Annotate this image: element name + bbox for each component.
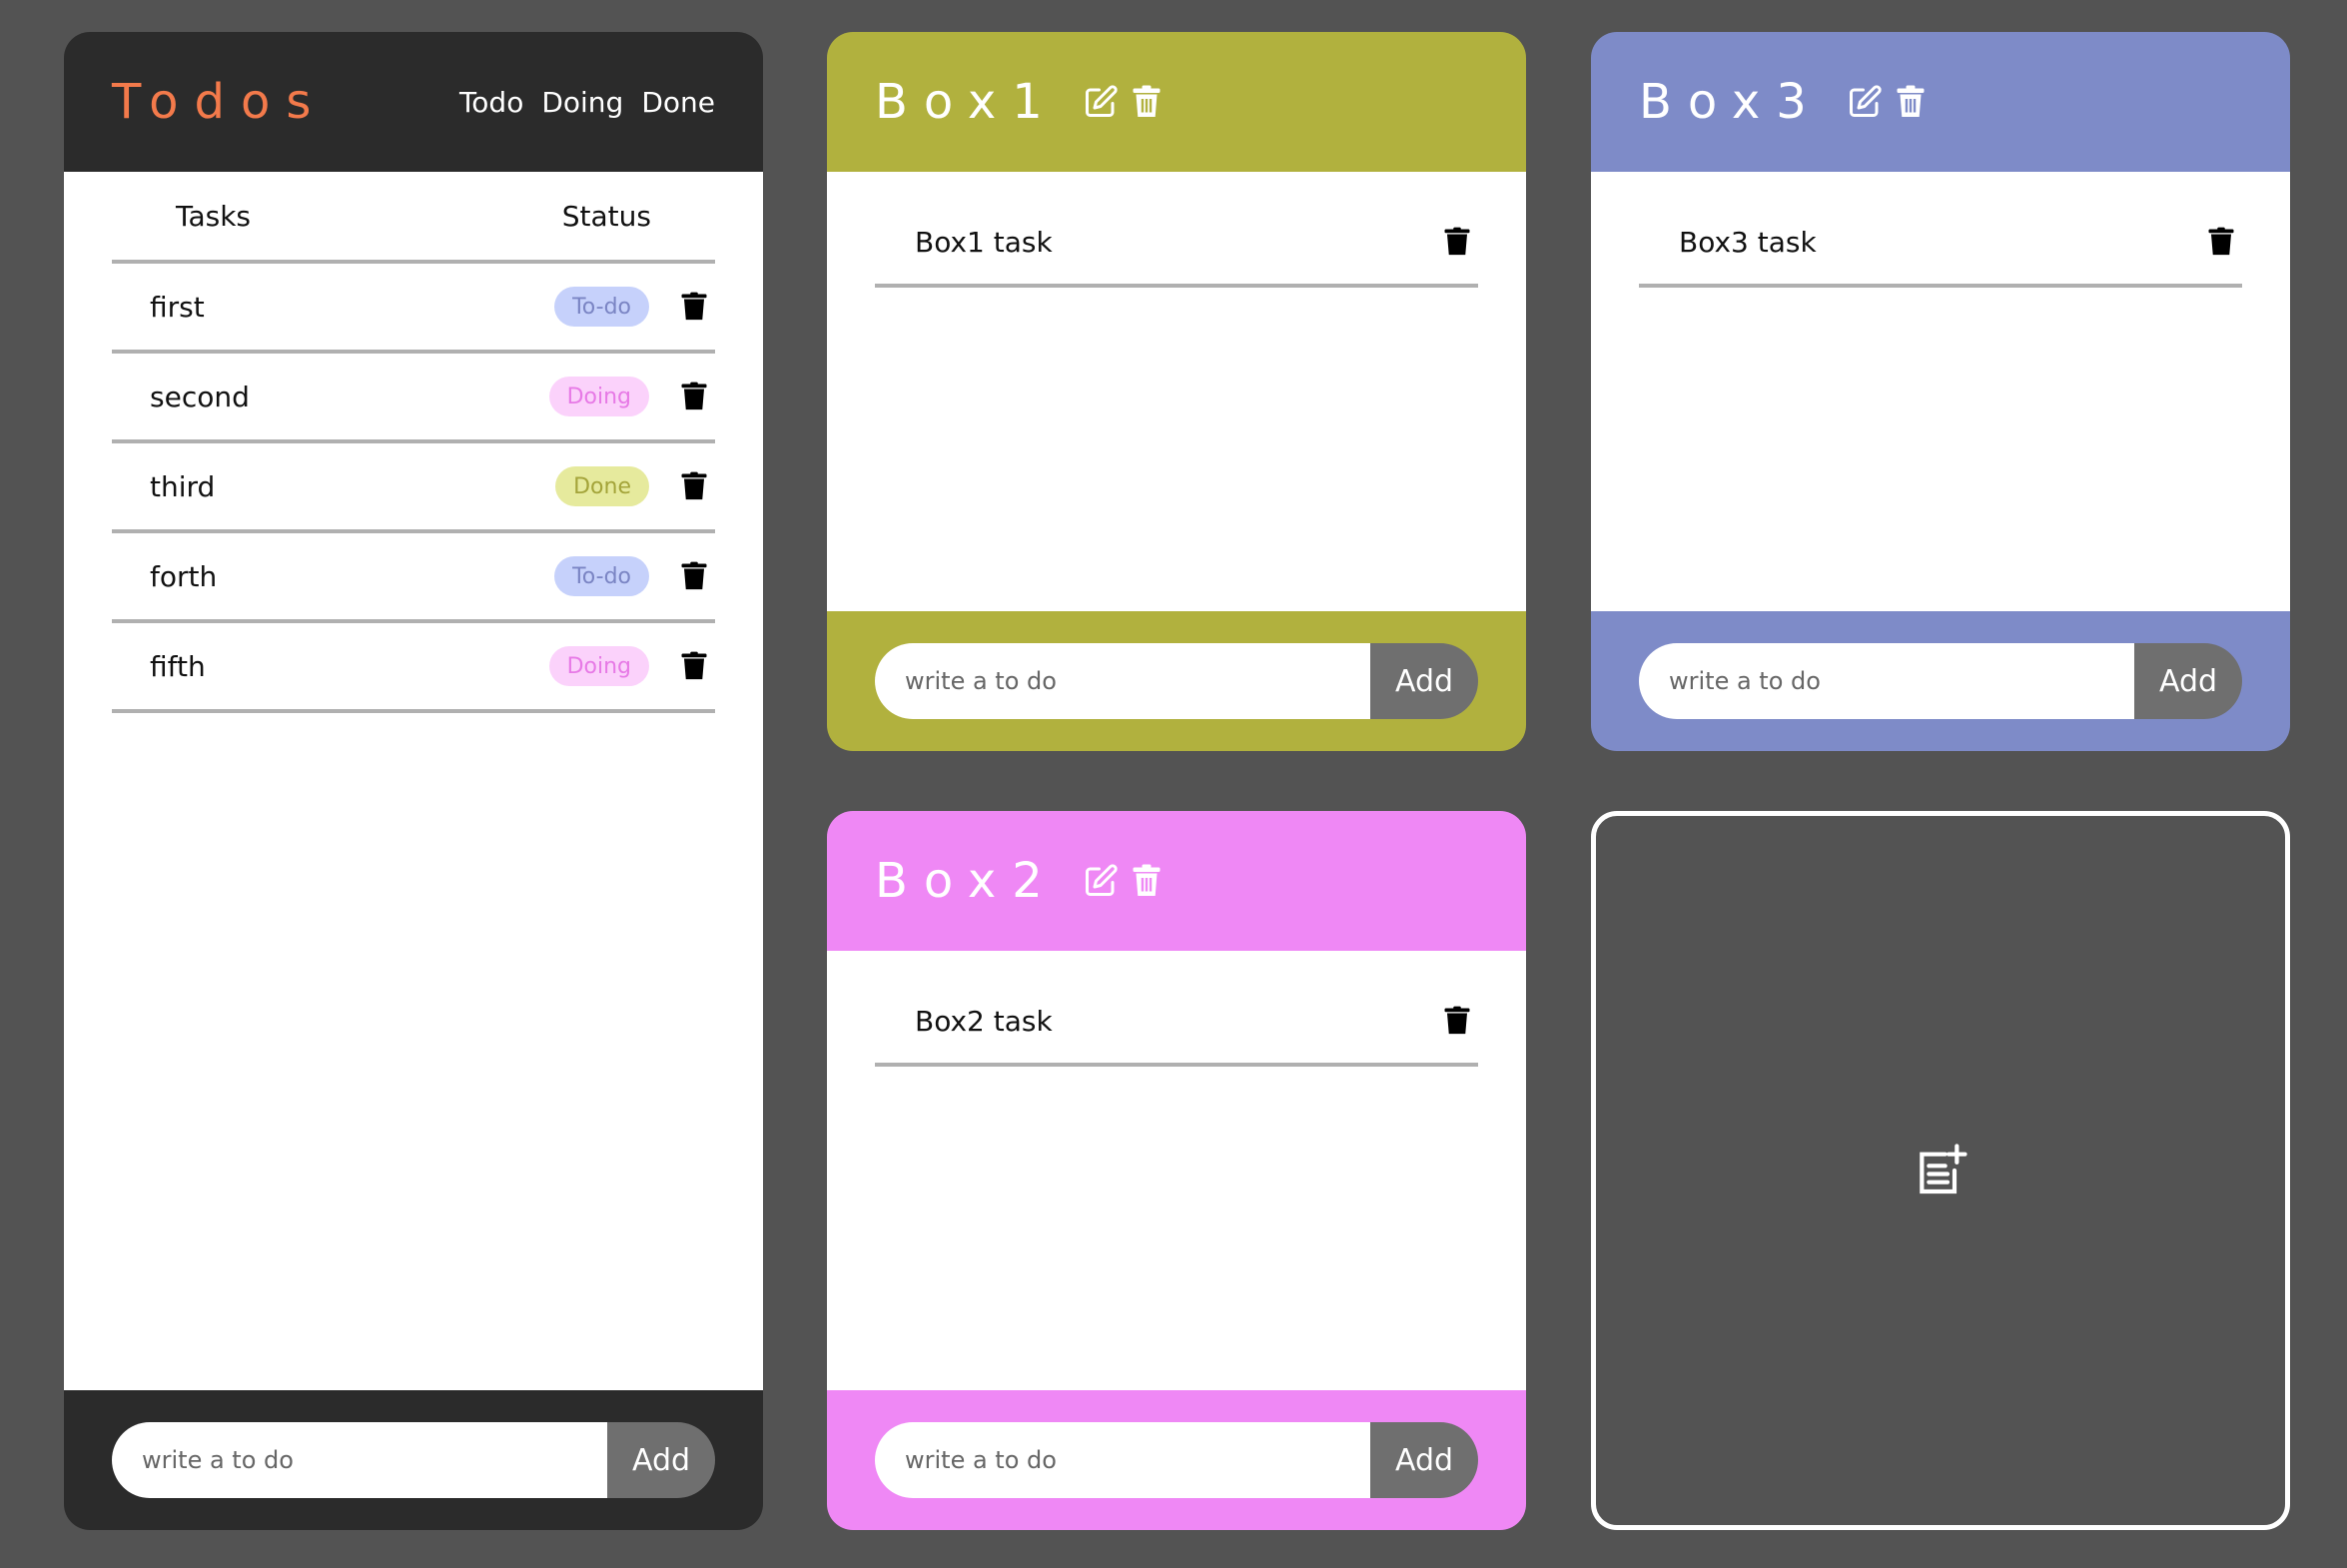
- box3-header: Box3: [1591, 32, 2290, 172]
- edit-icon[interactable]: [1083, 84, 1119, 120]
- todos-card: Todos Todo Doing Done Tasks Status first…: [64, 32, 763, 1530]
- filter-doing[interactable]: Doing: [541, 86, 623, 119]
- edit-icon[interactable]: [1847, 84, 1883, 120]
- list-item: Box2 task: [875, 951, 1478, 1067]
- box2-footer: Add: [827, 1390, 1526, 1530]
- box1-list: Box1 task: [827, 172, 1526, 611]
- box1-actions: [1083, 84, 1165, 120]
- todos-header: Todos Todo Doing Done: [64, 32, 763, 172]
- box2-actions: [1083, 863, 1165, 899]
- box1-add-button[interactable]: Add: [1370, 643, 1478, 719]
- add-box-button[interactable]: [1591, 811, 2290, 1530]
- box3-add-button[interactable]: Add: [2134, 643, 2242, 719]
- box3-list: Box3 task: [1591, 172, 2290, 611]
- box3-card: Box3 Box3 task Add: [1591, 32, 2290, 751]
- column-tasks: Tasks: [176, 199, 252, 233]
- trash-icon[interactable]: [1442, 227, 1472, 257]
- box2-header: Box2: [827, 811, 1526, 951]
- box2-add-button[interactable]: Add: [1370, 1422, 1478, 1498]
- status-badge[interactable]: To-do: [554, 287, 649, 327]
- trash-icon[interactable]: [679, 292, 709, 322]
- task-label: forth: [150, 559, 218, 593]
- trash-icon[interactable]: [679, 471, 709, 501]
- trash-icon[interactable]: [1893, 84, 1929, 120]
- todos-title: Todos: [112, 74, 328, 130]
- filter-todo[interactable]: Todo: [459, 86, 523, 119]
- list-item: Box3 task: [1639, 172, 2242, 288]
- list-item: Box1 task: [875, 172, 1478, 288]
- edit-icon[interactable]: [1083, 863, 1119, 899]
- table-row: first To-do: [112, 264, 715, 354]
- box2-add-form: Add: [875, 1422, 1478, 1498]
- task-rows: first To-do second Doing third Done forth To-do…: [112, 264, 715, 713]
- table-row: second Doing: [112, 354, 715, 443]
- todos-list: Tasks Status first To-do second Doing third D…: [64, 172, 763, 1390]
- box2-title: Box2: [875, 853, 1059, 909]
- task-label: first: [150, 290, 205, 324]
- todos-task-input[interactable]: [112, 1422, 607, 1498]
- status-filters: Todo Doing Done: [459, 86, 715, 119]
- box3-add-form: Add: [1639, 643, 2242, 719]
- trash-icon[interactable]: [1129, 84, 1165, 120]
- task-label: third: [150, 469, 216, 503]
- box3-footer: Add: [1591, 611, 2290, 751]
- trash-icon[interactable]: [679, 651, 709, 681]
- trash-icon[interactable]: [679, 382, 709, 411]
- task-label: fifth: [150, 649, 206, 683]
- column-status: Status: [561, 199, 651, 233]
- box3-title: Box3: [1639, 74, 1823, 130]
- todos-add-form: Add: [112, 1422, 715, 1498]
- trash-icon[interactable]: [679, 561, 709, 591]
- status-badge[interactable]: To-do: [554, 556, 649, 596]
- box1-title: Box1: [875, 74, 1059, 130]
- box1-task-label: Box1 task: [915, 225, 1053, 259]
- status-badge[interactable]: Doing: [548, 646, 649, 686]
- todos-add-button[interactable]: Add: [607, 1422, 715, 1498]
- status-badge[interactable]: Doing: [548, 377, 649, 416]
- table-row: fifth Doing: [112, 623, 715, 713]
- table-row: third Done: [112, 443, 715, 533]
- box2-list: Box2 task: [827, 951, 1526, 1390]
- box2-card: Box2 Box2 task Add: [827, 811, 1526, 1530]
- box1-add-form: Add: [875, 643, 1478, 719]
- trash-icon[interactable]: [1129, 863, 1165, 899]
- note-add-icon: [1920, 1144, 1967, 1194]
- box1-header: Box1: [827, 32, 1526, 172]
- box3-task-label: Box3 task: [1679, 225, 1817, 259]
- box1-footer: Add: [827, 611, 1526, 751]
- status-badge[interactable]: Done: [555, 466, 649, 506]
- trash-icon[interactable]: [2206, 227, 2236, 257]
- filter-done[interactable]: Done: [641, 86, 715, 119]
- trash-icon[interactable]: [1442, 1006, 1472, 1036]
- box1-card: Box1 Box1 task Add: [827, 32, 1526, 751]
- box2-task-label: Box2 task: [915, 1004, 1053, 1038]
- box1-task-input[interactable]: [875, 643, 1370, 719]
- task-table-header: Tasks Status: [112, 172, 715, 264]
- table-row: forth To-do: [112, 533, 715, 623]
- box2-task-input[interactable]: [875, 1422, 1370, 1498]
- task-label: second: [150, 380, 250, 413]
- todos-footer: Add: [64, 1390, 763, 1530]
- box3-actions: [1847, 84, 1929, 120]
- box3-task-input[interactable]: [1639, 643, 2134, 719]
